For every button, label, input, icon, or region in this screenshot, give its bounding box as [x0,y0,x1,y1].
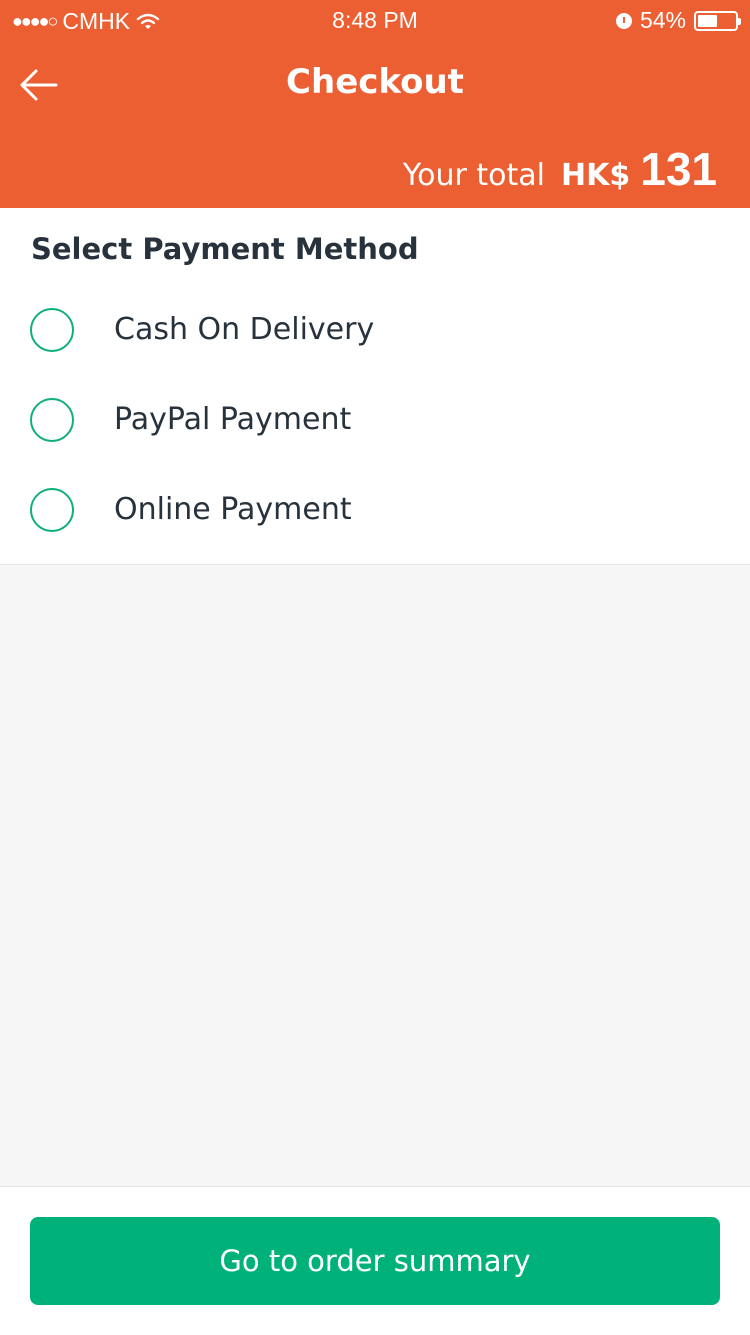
payment-option-online[interactable]: Online Payment [0,470,750,550]
page-title: Checkout [286,62,464,102]
battery-level [698,14,717,27]
payment-option-paypal[interactable]: PayPal Payment [0,380,750,460]
battery-percent: 54% [639,7,686,33]
go-to-order-summary-button[interactable]: Go to order summary [30,1217,720,1305]
section-title: Select Payment Method [31,232,419,266]
payment-option-label: Cash On Delivery [114,312,375,347]
battery-icon [694,10,741,31]
header-bar: ●●●●○ CMHK 8:48 PM 54% Checkout Your tot… [0,0,750,208]
footer-bar: Go to order summary [0,1186,750,1335]
radio-button[interactable] [30,308,74,352]
radio-button[interactable] [30,398,74,442]
status-bar: ●●●●○ CMHK 8:48 PM 54% [0,0,750,40]
total-currency: HK$ [561,158,631,193]
payment-method-panel: Select Payment Method Cash On Delivery P… [0,208,750,565]
payment-option-label: PayPal Payment [114,402,352,437]
total-label: Your total [402,158,546,193]
total-amount: 131 [640,143,717,195]
radio-button[interactable] [30,488,74,532]
payment-option-cash-on-delivery[interactable]: Cash On Delivery [0,290,750,370]
status-right: 54% [615,7,741,34]
order-total: Your total HK$ 131 [403,142,717,196]
alarm-icon [615,12,632,29]
payment-option-label: Online Payment [114,492,352,527]
